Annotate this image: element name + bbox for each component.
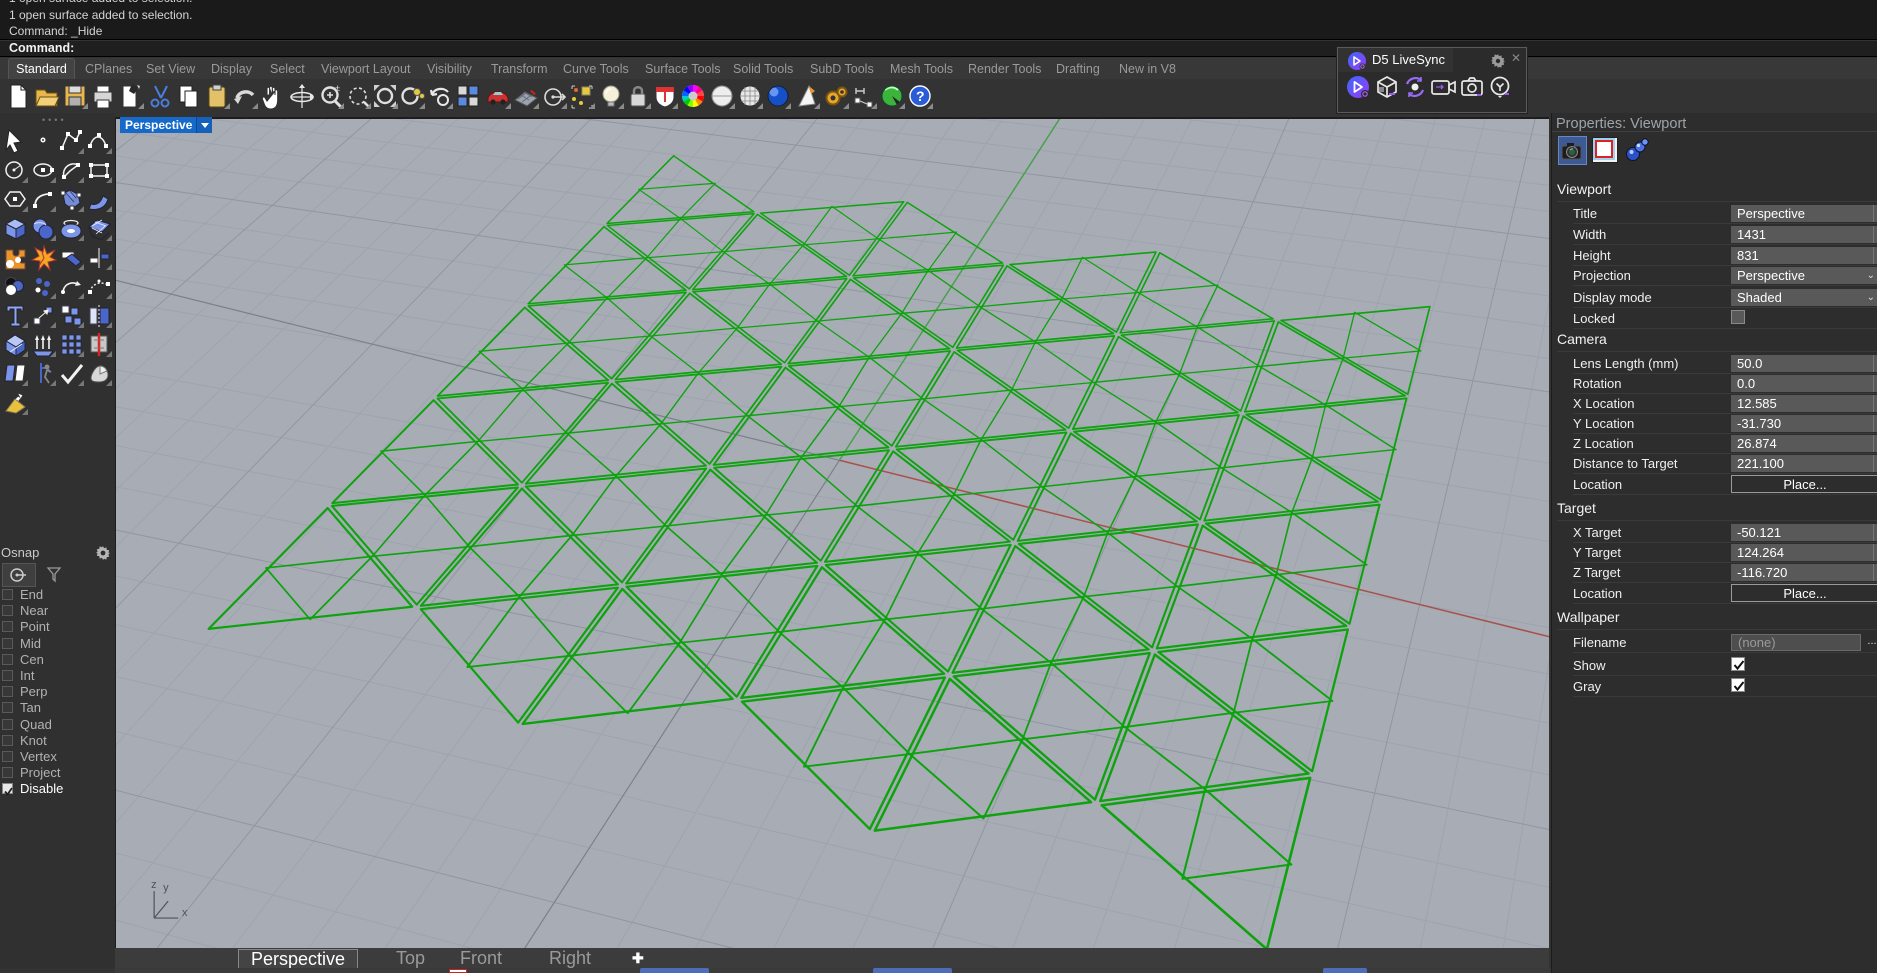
svg-text:z: z <box>151 879 156 891</box>
svg-text:x: x <box>182 907 188 919</box>
svg-text:y: y <box>163 882 169 894</box>
svg-text:?: ? <box>916 88 925 104</box>
svg-text:±: ± <box>335 83 340 93</box>
